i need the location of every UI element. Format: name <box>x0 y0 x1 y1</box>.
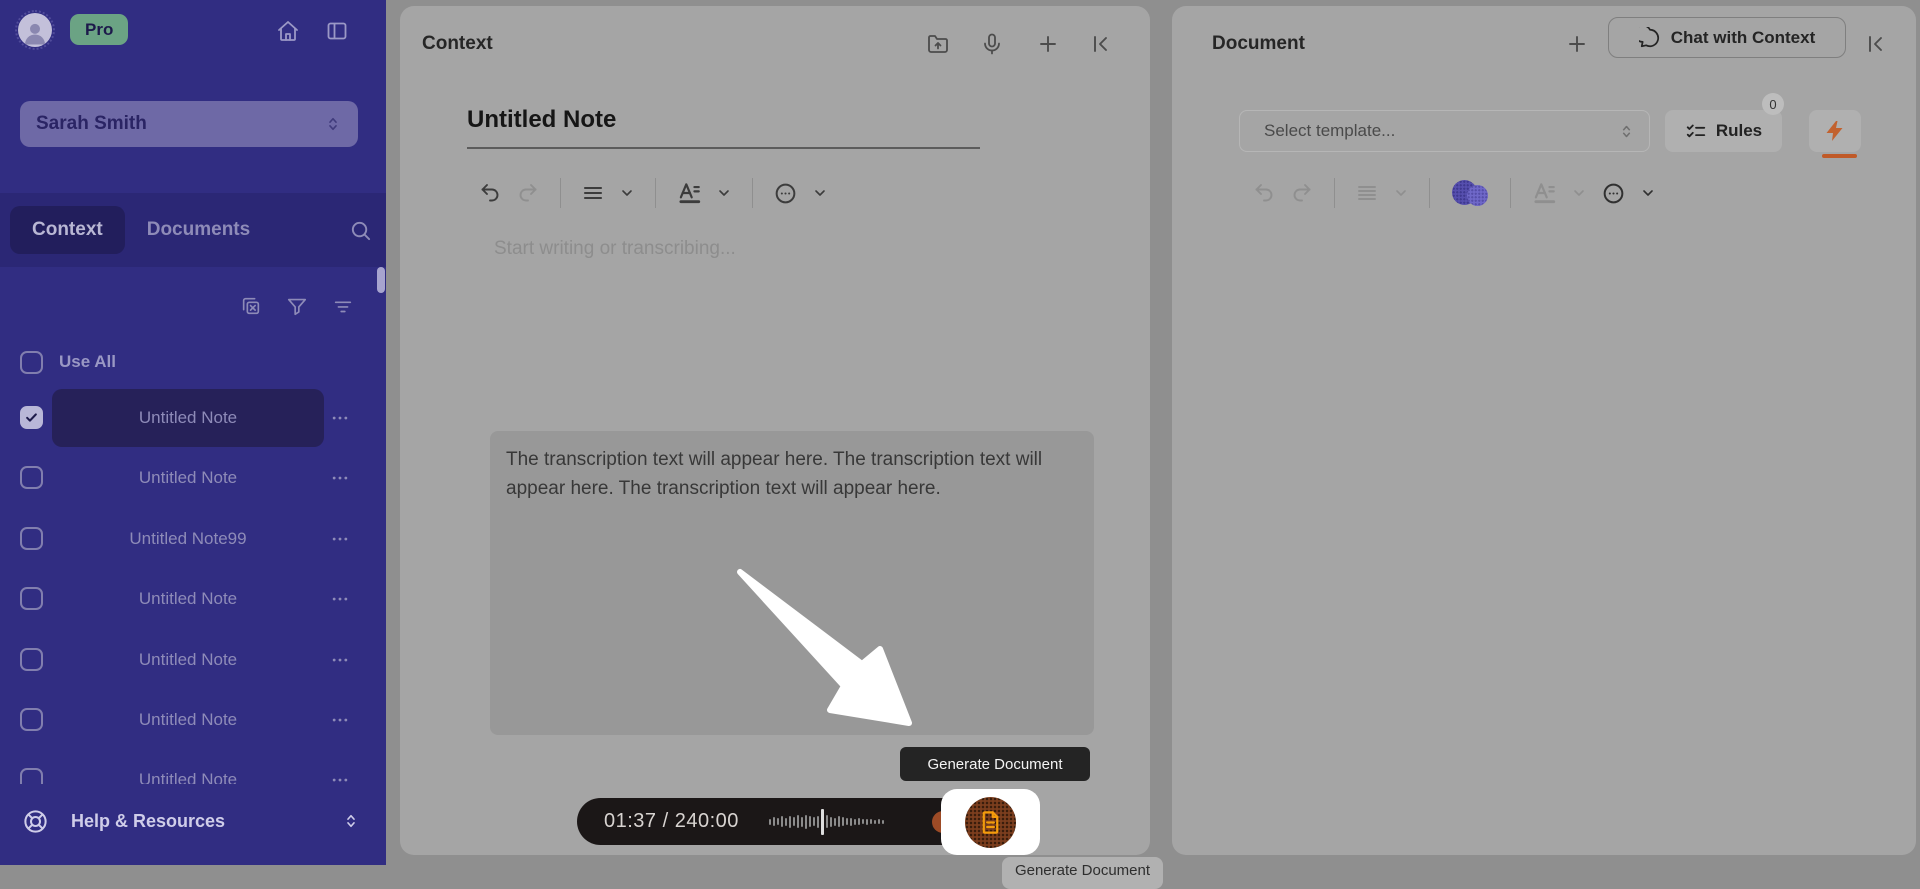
editor-toolbar <box>478 176 828 210</box>
redo-icon[interactable] <box>1290 181 1314 205</box>
redo-icon[interactable] <box>516 181 540 205</box>
chevron-updown-icon <box>342 812 360 830</box>
template-placeholder: Select template... <box>1264 121 1396 140</box>
chevron-down-icon[interactable] <box>619 185 635 201</box>
more-options-icon[interactable] <box>773 181 798 206</box>
chat-bubble-icon <box>1638 26 1661 49</box>
context-panel: Context Untitled Note Start writing or t… <box>400 6 1150 855</box>
note-checkbox[interactable] <box>20 466 43 490</box>
note-menu-icon[interactable] <box>330 650 350 670</box>
note-row[interactable]: Untitled Note <box>0 691 386 749</box>
align-icon[interactable] <box>1355 181 1379 205</box>
note-menu-icon[interactable] <box>330 529 350 549</box>
note-label: Untitled Note <box>138 589 238 609</box>
lifebuoy-icon <box>22 808 49 835</box>
pointer-arrow <box>737 569 912 726</box>
note-row[interactable]: Untitled Note99 <box>0 510 386 568</box>
note-row[interactable]: Untitled Note <box>0 389 386 447</box>
auto-generate-button[interactable] <box>1809 110 1861 152</box>
chat-with-context-button[interactable]: Chat with Context <box>1608 17 1846 58</box>
upload-folder-icon[interactable] <box>926 32 950 56</box>
rules-badge-value: 0 <box>1769 96 1777 112</box>
chevron-down-icon[interactable] <box>812 185 828 201</box>
chevron-down-icon[interactable] <box>716 185 732 201</box>
note-row[interactable]: Untitled Note <box>0 751 386 784</box>
note-menu-icon[interactable] <box>330 770 350 784</box>
note-checkbox[interactable] <box>20 526 43 550</box>
add-document-icon[interactable] <box>1565 32 1589 56</box>
align-icon[interactable] <box>581 181 605 205</box>
microphone-icon[interactable] <box>980 32 1004 56</box>
waveform <box>768 808 884 835</box>
text-style-icon[interactable] <box>1531 180 1557 206</box>
note-item[interactable]: Untitled Note <box>52 751 324 784</box>
note-item[interactable]: Untitled Note <box>52 449 324 507</box>
undo-icon[interactable] <box>1252 181 1276 205</box>
chevron-down-icon[interactable] <box>1571 185 1587 201</box>
help-resources-label: Help & Resources <box>71 810 226 831</box>
note-row[interactable]: Untitled Note <box>0 570 386 628</box>
note-menu-icon[interactable] <box>330 468 350 488</box>
note-checkbox[interactable] <box>20 587 43 611</box>
note-label: Untitled Note <box>138 468 238 488</box>
note-row[interactable]: Untitled Note <box>0 449 386 507</box>
undo-icon[interactable] <box>478 181 502 205</box>
document-toolbar <box>1252 176 1656 210</box>
generate-document-secondary-button[interactable]: Generate Document <box>1002 857 1163 889</box>
note-label: Untitled Note <box>138 770 238 784</box>
note-label: Untitled Note <box>138 408 238 427</box>
active-indicator <box>1822 154 1857 158</box>
generate-document-secondary-label: Generate Document <box>1014 862 1151 879</box>
context-panel-title: Context <box>422 33 493 54</box>
chevron-updown-icon <box>1618 123 1635 140</box>
document-panel-title: Document <box>1212 33 1305 54</box>
add-note-icon[interactable] <box>1036 32 1060 56</box>
note-item[interactable]: Untitled Note <box>52 389 324 447</box>
generate-document-tooltip: Generate Document <box>900 747 1090 781</box>
transcription-preview-text: The transcription text will appear here.… <box>506 449 1043 499</box>
rules-button[interactable]: Rules <box>1665 110 1782 152</box>
chat-button-label: Chat with Context <box>1670 27 1816 47</box>
title-underline <box>467 147 980 149</box>
generate-button-highlight <box>941 789 1040 855</box>
recording-timer: 01:37 / 240:00 <box>604 810 739 832</box>
note-title-input[interactable]: Untitled Note <box>467 106 616 134</box>
editor-placeholder[interactable]: Start writing or transcribing... <box>494 238 736 260</box>
note-item[interactable]: Untitled Note <box>52 631 324 689</box>
ai-logo-icon[interactable] <box>1450 179 1490 207</box>
note-item[interactable]: Untitled Note <box>52 691 324 749</box>
note-checkbox[interactable] <box>20 406 43 429</box>
note-menu-icon[interactable] <box>330 408 350 428</box>
document-panel: Document Chat with Context Select templa… <box>1172 6 1916 855</box>
lightning-bolt-icon <box>1823 119 1847 143</box>
template-select[interactable]: Select template... <box>1239 110 1650 152</box>
note-row[interactable]: Untitled Note <box>0 631 386 689</box>
help-resources[interactable]: Help & Resources <box>0 796 386 846</box>
note-label: Untitled Note <box>138 649 238 669</box>
note-item[interactable]: Untitled Note99 <box>52 510 324 568</box>
rules-count-badge: 0 <box>1762 93 1784 115</box>
note-item[interactable]: Untitled Note <box>52 570 324 628</box>
note-list: Untitled Note Untitled Note Untitled Not… <box>0 0 386 784</box>
collapse-panel-icon[interactable] <box>1864 32 1888 56</box>
collapse-panel-icon[interactable] <box>1089 32 1113 56</box>
chevron-down-icon[interactable] <box>1640 185 1656 201</box>
list-checks-icon <box>1685 120 1707 142</box>
chevron-down-icon[interactable] <box>1393 185 1409 201</box>
rules-label: Rules <box>1715 121 1763 140</box>
note-menu-icon[interactable] <box>330 589 350 609</box>
sidebar: Pro Sarah Smith Context Documents Use Al… <box>0 0 386 865</box>
generate-document-button[interactable] <box>965 796 1016 848</box>
note-label: Untitled Note99 <box>129 528 247 548</box>
note-checkbox[interactable] <box>20 647 43 671</box>
sidebar-footer: Help & Resources <box>0 784 386 865</box>
more-options-icon[interactable] <box>1601 181 1626 206</box>
tooltip-label: Generate Document <box>927 755 1063 773</box>
note-menu-icon[interactable] <box>330 710 350 730</box>
note-checkbox[interactable] <box>20 708 43 731</box>
note-label: Untitled Note <box>138 710 238 729</box>
note-checkbox[interactable] <box>20 768 43 784</box>
file-text-icon <box>977 809 1004 836</box>
text-style-icon[interactable] <box>676 180 702 206</box>
